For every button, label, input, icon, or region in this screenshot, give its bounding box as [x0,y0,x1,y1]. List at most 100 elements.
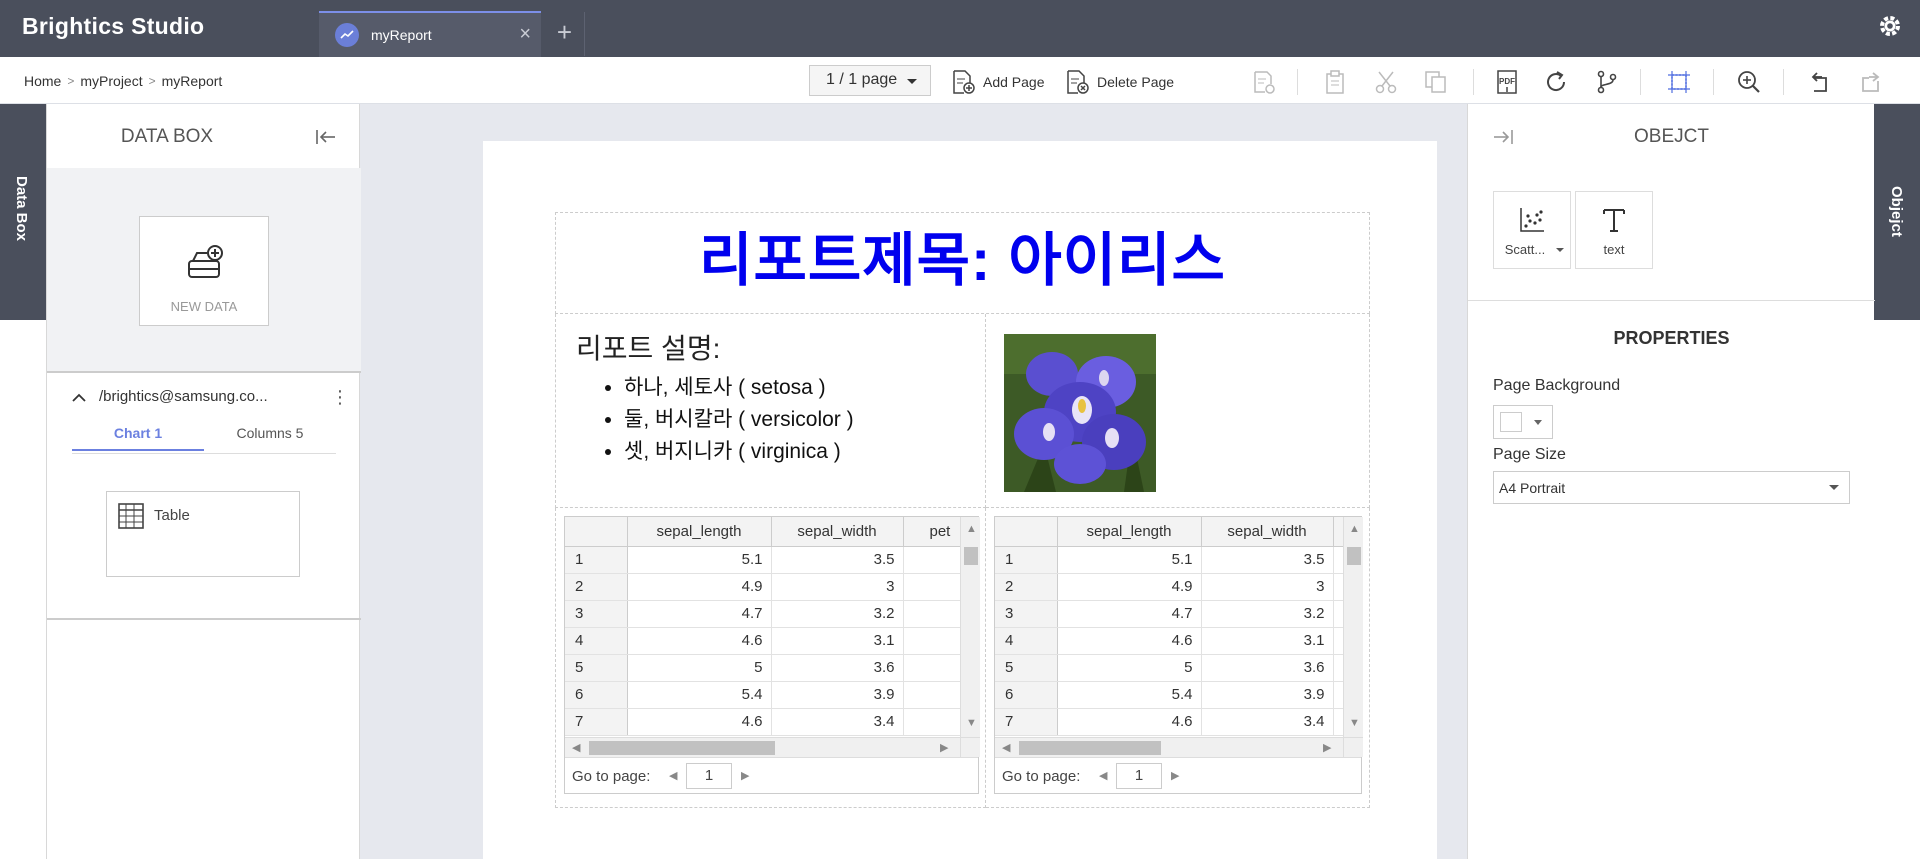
row-number-header [995,517,1058,547]
fit-page-icon[interactable] [1666,69,1692,95]
svg-text:PDF: PDF [1499,77,1515,86]
scroll-up-arrow-icon[interactable]: ▲ [966,523,977,535]
goto-page-label: Go to page: [1002,768,1081,785]
line-chart-icon [335,23,359,47]
scroll-down-arrow-icon[interactable]: ▼ [966,717,977,729]
page-indicator: 1 / 1 page [826,71,898,88]
list-item: 하나, 세토사 ( setosa ) [624,372,854,404]
color-swatch [1500,412,1522,432]
object-panel-title: OBEJCT [1634,126,1709,147]
pdf-export-icon[interactable]: PDF [1494,69,1520,95]
column-header[interactable]: sepal_length [1057,517,1202,547]
goto-page-label: Go to page: [572,768,651,785]
data-box-side-tab[interactable]: Data Box [0,104,46,320]
top-bar: Brightics Studio myReport × + [0,0,1920,57]
page-properties-icon[interactable] [1251,69,1277,95]
breadcrumb-project[interactable]: myProject [80,73,142,89]
tab-myreport[interactable]: myReport × [319,11,541,57]
description-heading: 리포트 설명: [576,333,721,364]
report-description[interactable]: 리포트 설명: 하나, 세토사 ( setosa ) 둘, 버시칼라 ( ver… [555,314,986,508]
prev-page-icon[interactable]: ◀ [669,769,677,782]
app-title: Brightics Studio [22,13,205,39]
table-row: 3 4.7 3.2 [565,600,960,628]
gear-icon[interactable] [1876,12,1904,43]
horizontal-scrollbar[interactable]: ◀ ▶ [565,737,960,757]
delete-page-button[interactable]: Delete Page [1065,69,1174,95]
text-object-card[interactable]: text [1575,191,1653,269]
scroll-down-arrow-icon[interactable]: ▼ [1349,717,1360,729]
delete-page-icon [1067,70,1089,94]
table-row: 1 5.1 3.5 [995,546,1343,574]
page-background-color-picker[interactable] [1493,405,1553,439]
new-data-label: NEW DATA [170,299,238,314]
scatter-card-label: Scatt... [1504,242,1546,257]
table-row: 7 4.6 3.4 [995,708,1343,736]
data-source-section: /brightics@samsung.co... ⋮ Chart 1 Colum… [47,375,361,620]
zoom-in-icon[interactable] [1736,69,1762,95]
breadcrumb-report[interactable]: myReport [162,73,223,89]
copy-icon[interactable] [1423,69,1449,95]
scroll-up-arrow-icon[interactable]: ▲ [1349,523,1360,535]
next-page-icon[interactable]: ▶ [741,769,749,782]
chevron-up-icon[interactable] [72,393,86,403]
prev-page-icon[interactable]: ◀ [1099,769,1107,782]
table-row: 5 5 3.6 [995,654,1343,682]
report-grid-left[interactable]: sepal_length sepal_width pet 1 5.1 3.5 2 4.… [555,508,986,808]
column-header[interactable]: sepal_width [1201,517,1334,547]
tab-columns[interactable]: Columns 5 [204,425,336,451]
scroll-right-arrow-icon[interactable]: ▶ [1323,741,1331,754]
table-row: 3 4.7 3.2 [995,600,1343,628]
iris-flower-image [1004,334,1156,492]
undo-icon[interactable] [1808,69,1834,95]
horizontal-scrollbar[interactable]: ◀ ▶ [995,737,1343,757]
goto-page-input[interactable]: 1 [1116,763,1162,789]
next-page-icon[interactable]: ▶ [1171,769,1179,782]
vertical-scrollbar[interactable]: ▲ ▼ [960,517,980,737]
tab-chart-1[interactable]: Chart 1 [72,425,204,451]
properties-title: PROPERTIES [1613,328,1730,348]
page-size-value: A4 Portrait [1499,480,1566,496]
column-header[interactable]: sepal_length [627,517,772,547]
object-side-label: Objejct [1888,186,1905,237]
vertical-scrollbar[interactable]: ▲ ▼ [1343,517,1363,737]
table-row: 6 5.4 3.9 [565,681,960,709]
table-chart-card[interactable]: Table [106,491,300,577]
new-data-button[interactable]: NEW DATA [139,216,269,326]
data-source-path[interactable]: /brightics@samsung.co... [99,388,268,405]
scroll-left-arrow-icon[interactable]: ◀ [572,741,580,754]
list-item: 셋, 버지니카 ( virginica ) [624,436,854,468]
column-header[interactable]: pet [903,517,960,547]
caret-down-icon[interactable] [1556,248,1564,252]
report-grid-right[interactable]: sepal_length sepal_width 1 5.1 3.5 2 4.9 3 3… [986,508,1370,808]
table-card-label: Table [154,507,190,524]
list-item: 둘, 버시칼라 ( versicolor ) [624,404,854,436]
collapse-left-icon[interactable] [315,128,337,146]
chevron-right-icon: > [148,74,156,88]
page-selector[interactable]: 1 / 1 page [809,65,931,96]
cut-icon[interactable] [1373,69,1399,95]
add-page-button[interactable]: Add Page [951,69,1045,95]
more-vertical-icon[interactable]: ⋮ [331,387,349,408]
close-icon[interactable]: × [519,23,531,45]
table-row: 2 4.9 3 [565,573,960,601]
table-row: 4 4.6 3.1 [995,627,1343,655]
report-title[interactable]: 리포트제목: 아이리스 [555,212,1370,314]
add-tab-button[interactable]: + [545,12,585,56]
breadcrumb-home[interactable]: Home [24,73,61,89]
redo-icon[interactable] [1858,69,1884,95]
page-size-label: Page Size [1493,446,1566,463]
scroll-right-arrow-icon[interactable]: ▶ [940,741,948,754]
data-box-side-label: Data Box [13,176,30,242]
paste-icon[interactable] [1322,69,1348,95]
scroll-left-arrow-icon[interactable]: ◀ [1002,741,1010,754]
branch-icon[interactable] [1594,69,1620,95]
caret-down-icon [907,79,917,84]
page-size-select[interactable]: A4 Portrait [1493,471,1850,504]
table-row: 6 5.4 3.9 [995,681,1343,709]
column-header[interactable]: sepal_width [771,517,904,547]
report-image-box[interactable] [986,314,1370,508]
scatter-object-card[interactable]: Scatt... [1493,191,1571,269]
refresh-icon[interactable] [1543,69,1569,95]
object-side-tab[interactable]: Objejct [1874,104,1920,320]
goto-page-input[interactable]: 1 [686,763,732,789]
